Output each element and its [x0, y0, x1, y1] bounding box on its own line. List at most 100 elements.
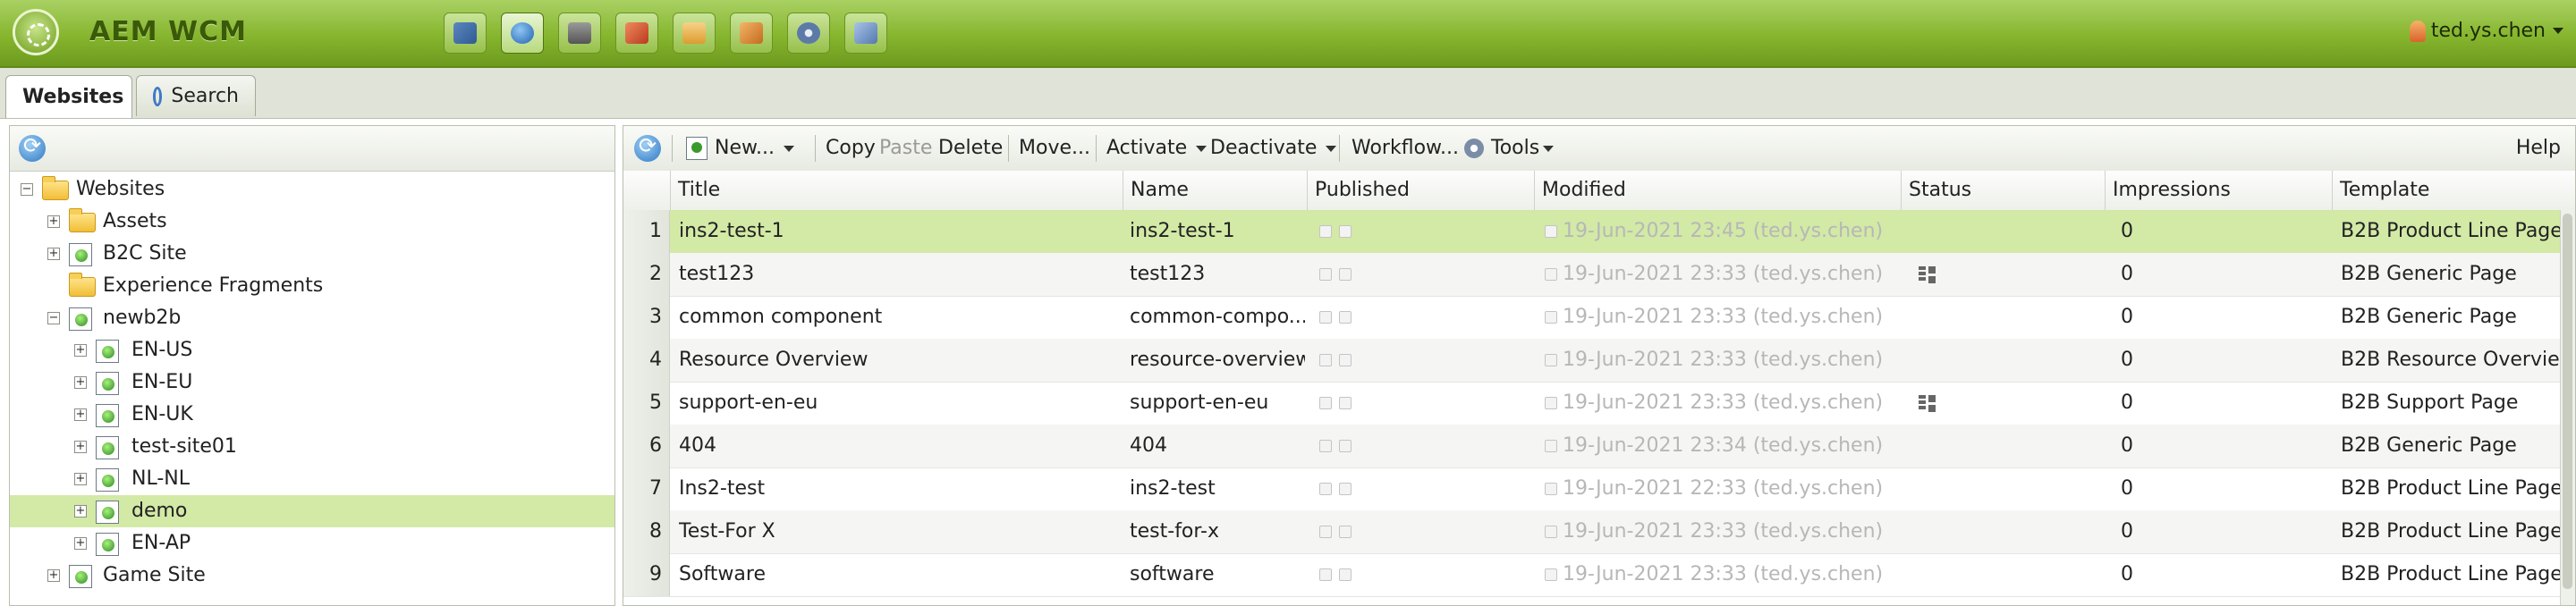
activated-checkbox [1339, 526, 1352, 538]
tree-node-en-eu[interactable]: + EN-EU [10, 366, 614, 399]
expand-icon[interactable]: + [74, 473, 87, 485]
tag-icon[interactable] [844, 13, 887, 54]
expand-icon[interactable]: + [74, 441, 87, 453]
expand-icon[interactable]: + [47, 569, 60, 582]
workflow-button[interactable]: Workflow... [1352, 137, 1459, 159]
tab-websites[interactable]: Websites [5, 75, 132, 118]
activated-checkbox [1339, 568, 1352, 581]
user-avatar-icon [2409, 20, 2426, 42]
row-number: 1 [623, 210, 670, 253]
collapse-icon[interactable]: − [47, 312, 60, 324]
tree-node-b2c-site[interactable]: + B2C Site [10, 238, 614, 270]
tree-node-label: Experience Fragments [103, 274, 324, 297]
activated-checkbox [1339, 483, 1352, 495]
cell-impressions: 0 [2121, 220, 2133, 242]
tab-search-label: Search [171, 85, 239, 107]
expand-icon[interactable]: + [74, 505, 87, 518]
table-row[interactable]: 5 support-en-eu support-en-eu 19-Jun-2021 2… [623, 382, 2563, 425]
toolbar-separator [815, 135, 816, 162]
aem-logo-icon[interactable] [13, 9, 59, 55]
row-number: 7 [623, 467, 670, 510]
column-header-name[interactable]: Name [1123, 171, 1307, 210]
tree-node-en-ap[interactable]: + EN-AP [10, 527, 614, 560]
tree-node-websites[interactable]: − Websites [10, 173, 614, 206]
cell-template: B2B Generic Page [2341, 434, 2517, 457]
activate-button[interactable]: Activate [1106, 137, 1208, 159]
cell-title: Test-For X [679, 520, 775, 543]
refresh-icon[interactable] [19, 133, 46, 162]
table-row[interactable]: 9 Software software 19-Jun-2021 23:33 (ted.… [623, 553, 2563, 597]
page-icon [96, 533, 119, 556]
row-number: 9 [623, 553, 670, 596]
paste-button[interactable]: Paste [879, 137, 932, 159]
toolbar-separator [1339, 135, 1340, 162]
globe-icon[interactable] [501, 13, 544, 54]
cell-template: B2B Resource Overvie... [2341, 349, 2563, 371]
table-row[interactable]: 1 ins2-test-1 ins2-test-1 19-Jun-2021 23:45… [623, 210, 2563, 254]
expand-icon[interactable]: + [74, 537, 87, 550]
activated-checkbox [1339, 311, 1352, 324]
expand-icon[interactable]: + [47, 248, 60, 260]
published-checkbox [1319, 311, 1332, 324]
tree-node-test-site01[interactable]: + test-site01 [10, 431, 614, 463]
new-page-icon [686, 137, 708, 160]
column-header-impressions[interactable]: Impressions [2105, 171, 2332, 210]
refresh-icon[interactable] [634, 133, 661, 162]
published-checkbox [1319, 397, 1332, 409]
delete-button[interactable]: Delete [938, 137, 1003, 159]
deactivate-button[interactable]: Deactivate [1210, 137, 1337, 159]
row-number: 2 [623, 253, 670, 296]
expand-icon[interactable]: + [47, 215, 60, 228]
column-header-title[interactable]: Title [670, 171, 1123, 210]
collapse-icon[interactable]: − [21, 183, 33, 196]
tools-icon[interactable] [787, 13, 830, 54]
camera-icon[interactable] [558, 13, 601, 54]
cell-template: B2B Product Line Page [2341, 477, 2563, 500]
table-row[interactable]: 2 test123 test123 19-Jun-2021 23:33 (ted.ys… [623, 253, 2563, 297]
vertical-scrollbar[interactable] [2560, 210, 2575, 605]
tools-button[interactable]: Tools [1464, 137, 1555, 159]
column-header-modified[interactable]: Modified [1534, 171, 1901, 210]
help-button[interactable]: Help [2516, 137, 2561, 159]
expand-icon[interactable]: + [74, 408, 87, 421]
user-name: ted.ys.chen [2430, 20, 2546, 42]
column-header-published[interactable]: Published [1307, 171, 1534, 210]
envelope-icon[interactable] [673, 13, 716, 54]
table-row[interactable]: 3 common component common-compo... 19-Jun-2… [623, 296, 2563, 340]
table-row[interactable]: 7 Ins2-test ins2-test 19-Jun-2021 22:33 (te… [623, 467, 2563, 511]
modified-checkbox [1545, 526, 1557, 538]
community-icon[interactable] [730, 13, 773, 54]
sitemap-icon[interactable] [444, 13, 487, 54]
tree-node-label: NL-NL [131, 467, 190, 490]
user-menu[interactable]: ted.ys.chen [2409, 20, 2563, 42]
tree-node-en-us[interactable]: + EN-US [10, 334, 614, 366]
cell-modified: 19-Jun-2021 23:33 (ted.ys.chen) [1563, 306, 1884, 328]
tree-node-demo[interactable]: + demo [10, 495, 614, 527]
tree-node-experience-fragments[interactable]: Experience Fragments [10, 270, 614, 302]
copy-button[interactable]: Copy [826, 137, 876, 159]
tree-node-nl-nl[interactable]: + NL-NL [10, 463, 614, 495]
new-button[interactable]: New... [686, 137, 794, 160]
table-row[interactable]: 8 Test-For X test-for-x 19-Jun-2021 23:33 (… [623, 510, 2563, 554]
row-number: 5 [623, 382, 670, 425]
expand-icon[interactable]: + [74, 376, 87, 389]
scrollbar-thumb[interactable] [2563, 214, 2572, 589]
tree-node-game-site[interactable]: + Game Site [10, 560, 614, 592]
expand-icon[interactable]: + [74, 344, 87, 357]
tab-search[interactable]: Search [136, 75, 256, 116]
cell-template: B2B Product Line Page [2341, 220, 2563, 242]
column-header-status[interactable]: Status [1901, 171, 2105, 210]
page-icon [96, 372, 119, 395]
tree-node-newb2b[interactable]: − newb2b [10, 302, 614, 334]
cell-title: support-en-eu [679, 391, 818, 414]
megaphone-icon[interactable] [615, 13, 658, 54]
tree-node-assets[interactable]: + Assets [10, 206, 614, 238]
tree-node-en-uk[interactable]: + EN-UK [10, 399, 614, 431]
table-row[interactable]: 4 Resource Overview resource-overview 19-Ju… [623, 339, 2563, 383]
column-header-template[interactable]: Template [2332, 171, 2575, 210]
move-button[interactable]: Move... [1019, 137, 1090, 159]
cell-modified: 19-Jun-2021 22:33 (ted.ys.chen) [1563, 477, 1884, 500]
modified-checkbox [1545, 483, 1557, 495]
tab-websites-label: Websites [22, 86, 124, 108]
table-row[interactable]: 6 404 404 19-Jun-2021 23:34 (ted.ys.chen) 0 B… [623, 425, 2563, 468]
